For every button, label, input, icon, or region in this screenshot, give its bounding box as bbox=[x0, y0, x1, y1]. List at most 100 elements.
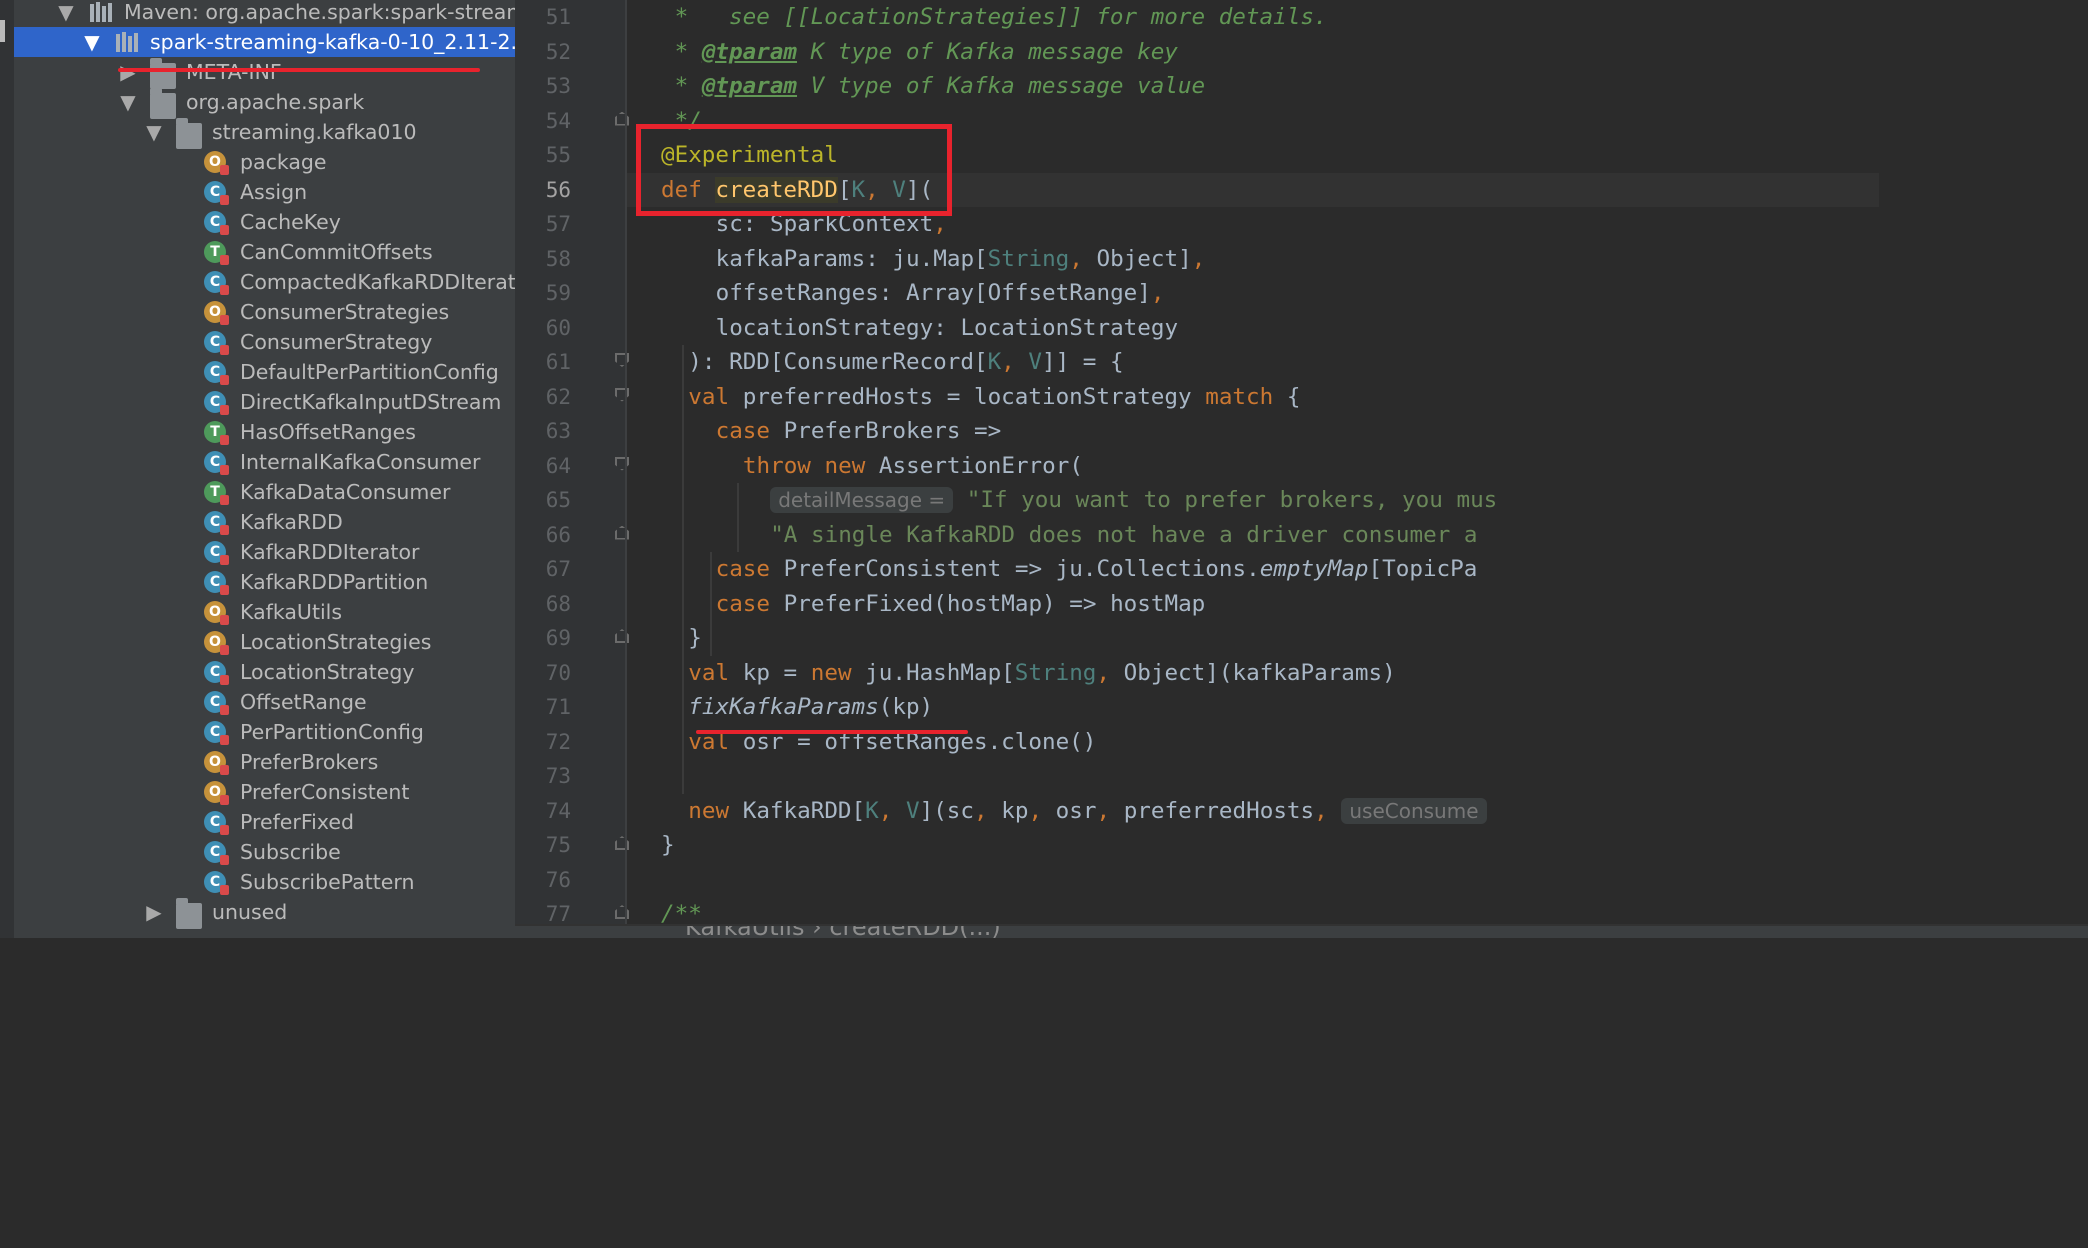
ide-window: ▼ Maven: org.apache.spark:spark-streaming… bbox=[0, 0, 2088, 1248]
tree-node[interactable]: C Assign bbox=[14, 177, 515, 207]
tree-node[interactable]: O ConsumerStrategies bbox=[14, 297, 515, 327]
chevron-down-icon[interactable]: ▼ bbox=[116, 87, 140, 117]
code-token: detailMessage = bbox=[770, 487, 954, 513]
code-line[interactable]: val preferredHosts = locationStrategy ma… bbox=[688, 380, 1300, 415]
code-line[interactable]: detailMessage = "If you want to prefer b… bbox=[770, 483, 1497, 518]
code-line[interactable]: case PreferBrokers => bbox=[716, 414, 1002, 449]
lock-icon bbox=[220, 855, 229, 865]
tree-node[interactable]: C PerPartitionConfig bbox=[14, 717, 515, 747]
tree-node[interactable]: ▼ Maven: org.apache.spark:spark-streaming… bbox=[14, 0, 515, 27]
lock-icon bbox=[220, 195, 229, 205]
tree-node[interactable]: ▼ streaming.kafka010 bbox=[14, 117, 515, 149]
line-number: 61 bbox=[545, 350, 571, 374]
tree-node[interactable]: ▼ spark-streaming-kafka-0-10_2.11-2.4.4.j… bbox=[14, 27, 515, 57]
tree-node[interactable]: C DirectKafkaInputDStream bbox=[14, 387, 515, 417]
tree-node[interactable]: C PreferFixed bbox=[14, 807, 515, 837]
code-line[interactable]: } bbox=[661, 828, 675, 863]
tree-node[interactable]: T CanCommitOffsets bbox=[14, 237, 515, 267]
tree-node[interactable]: ▶ META-INF bbox=[14, 57, 515, 89]
tree-node[interactable]: Opackage bbox=[14, 147, 515, 177]
code-line[interactable]: val kp = new ju.HashMap[String, Object](… bbox=[688, 656, 1395, 691]
jar-icon bbox=[114, 30, 140, 56]
code-line[interactable]: new KafkaRDD[K, V](sc, kp, osr, preferre… bbox=[688, 794, 1487, 829]
code-token: , bbox=[1191, 245, 1206, 272]
tree-node-label: Subscribe bbox=[240, 840, 341, 864]
tree-node[interactable]: C ConsumerStrategy bbox=[14, 327, 515, 357]
code-token: @tparam bbox=[701, 73, 798, 99]
code-token: AssertionError( bbox=[878, 452, 1083, 479]
tree-node[interactable]: C CacheKey bbox=[14, 207, 515, 237]
code-token: KafkaRDD[ bbox=[742, 797, 866, 824]
lock-icon bbox=[220, 525, 229, 535]
tree-node[interactable]: C SubscribePattern bbox=[14, 867, 515, 897]
code-line[interactable]: locationStrategy: LocationStrategy bbox=[716, 311, 1179, 346]
code-line[interactable]: offsetRanges: Array[OffsetRange], bbox=[716, 276, 1165, 311]
tree-node-label: PerPartitionConfig bbox=[240, 720, 424, 744]
code-token: emptyMap bbox=[1259, 556, 1369, 582]
code-token: offsetRanges: Array[OffsetRange] bbox=[715, 280, 1151, 306]
bottom-band bbox=[0, 938, 2088, 1248]
chevron-right-icon[interactable]: ▶ bbox=[142, 897, 166, 927]
code-line[interactable]: * @tparam K type of Kafka message key bbox=[661, 35, 1178, 70]
chevron-down-icon[interactable]: ▼ bbox=[142, 117, 166, 147]
lock-icon bbox=[220, 465, 229, 475]
tree-node-label: CacheKey bbox=[240, 210, 341, 234]
code-token: ]] = { bbox=[1042, 349, 1124, 375]
code-line[interactable]: case PreferConsistent => ju.Collections.… bbox=[716, 552, 1478, 587]
code-line[interactable]: * see [[LocationStrategies]] for more de… bbox=[661, 0, 1328, 35]
class-icon: C bbox=[204, 571, 229, 595]
tree-node[interactable]: O KafkaUtils bbox=[14, 597, 515, 627]
tree-node[interactable]: ▶ unused bbox=[14, 897, 515, 929]
tree-node[interactable]: C CompactedKafkaRDDIterator bbox=[14, 267, 515, 297]
code-token: K bbox=[987, 349, 1002, 375]
tree-node[interactable]: C InternalKafkaConsumer bbox=[14, 447, 515, 477]
code-token: PreferFixed(hostMap) => hostMap bbox=[783, 590, 1206, 617]
code-line[interactable]: } bbox=[688, 621, 702, 656]
code-line[interactable]: "A single KafkaRDD does not have a drive… bbox=[770, 518, 1477, 553]
code-token: String bbox=[987, 245, 1070, 272]
tree-node[interactable]: C Subscribe bbox=[14, 837, 515, 867]
tree-node[interactable]: C KafkaRDDPartition bbox=[14, 567, 515, 597]
code-line[interactable]: kafkaParams: ju.Map[String, Object], bbox=[716, 242, 1206, 277]
code-token: } bbox=[661, 832, 675, 858]
tree-node-label: unused bbox=[212, 900, 288, 924]
tree-node-label: Assign bbox=[240, 180, 308, 204]
tree-node[interactable]: C DefaultPerPartitionConfig bbox=[14, 357, 515, 387]
code-token: kp = bbox=[742, 659, 811, 686]
tree-node[interactable]: C KafkaRDD bbox=[14, 507, 515, 537]
code-line[interactable]: ): RDD[ConsumerRecord[K, V]] = { bbox=[688, 345, 1123, 380]
object-icon: O bbox=[204, 151, 229, 175]
tree-node[interactable]: C OffsetRange bbox=[14, 687, 515, 717]
red-underline-annotation-fixKafkaParams bbox=[696, 730, 968, 734]
tree-node[interactable]: T KafkaDataConsumer bbox=[14, 477, 515, 507]
code-line[interactable]: * @tparam V type of Kafka message value bbox=[661, 69, 1206, 104]
object-icon: O bbox=[204, 301, 229, 325]
chevron-right-icon[interactable]: ▶ bbox=[116, 57, 140, 87]
tree-node[interactable]: O PreferBrokers bbox=[14, 747, 515, 777]
code-token: case bbox=[715, 556, 784, 582]
code-token: V bbox=[905, 797, 920, 824]
code-line[interactable]: throw new AssertionError( bbox=[743, 449, 1083, 484]
tree-node[interactable]: T HasOffsetRanges bbox=[14, 417, 515, 447]
class-icon: C bbox=[204, 841, 229, 865]
lock-icon bbox=[220, 285, 229, 295]
tree-node-label: SubscribePattern bbox=[240, 870, 415, 894]
chevron-down-icon[interactable]: ▼ bbox=[54, 0, 78, 27]
line-number: 60 bbox=[545, 315, 571, 340]
class-icon: C bbox=[204, 271, 229, 295]
code-line[interactable]: case PreferFixed(hostMap) => hostMap bbox=[716, 587, 1206, 622]
line-number: 63 bbox=[545, 419, 571, 443]
line-number: 52 bbox=[545, 39, 571, 64]
tree-node[interactable]: C LocationStrategy bbox=[14, 657, 515, 687]
tree-node[interactable]: C KafkaRDDIterator bbox=[14, 537, 515, 567]
lock-icon bbox=[220, 555, 229, 565]
tree-node-label: PreferConsistent bbox=[240, 780, 410, 804]
code-token: "If you want to prefer brokers, you mus bbox=[953, 487, 1498, 513]
folder-icon bbox=[150, 58, 176, 89]
tree-node[interactable]: ▼ org.apache.spark bbox=[14, 87, 515, 119]
tree-node[interactable]: O LocationStrategies bbox=[14, 627, 515, 657]
code-token: , bbox=[1096, 797, 1124, 824]
code-line[interactable]: fixKafkaParams(kp) bbox=[688, 690, 933, 725]
chevron-down-icon[interactable]: ▼ bbox=[80, 27, 104, 57]
tree-node[interactable]: O PreferConsistent bbox=[14, 777, 515, 807]
